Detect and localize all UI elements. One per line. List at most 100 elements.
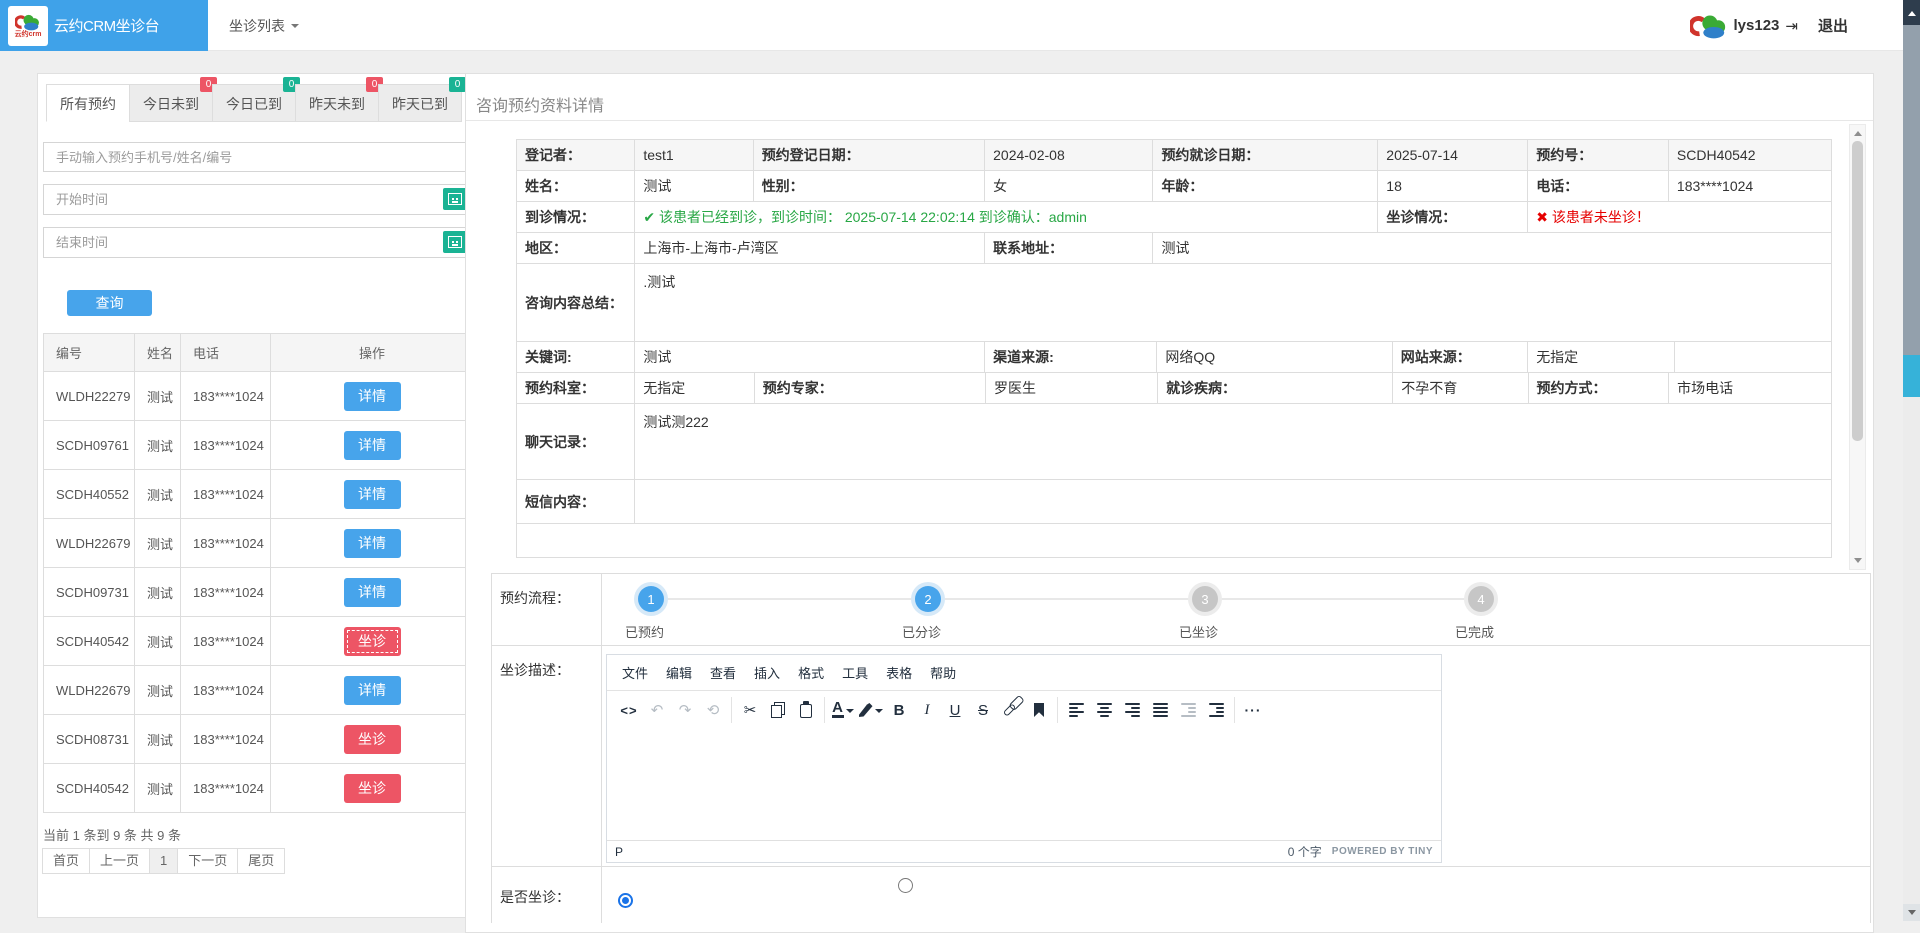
- tab-label: 今日已到: [226, 96, 282, 112]
- page-button[interactable]: 尾页: [237, 848, 285, 874]
- row-id: SCDH40542: [44, 617, 135, 666]
- scrollbar-marker: [1903, 355, 1920, 397]
- detail-label: 性别：: [754, 171, 985, 202]
- indent-icon[interactable]: [1203, 697, 1229, 723]
- paste-icon[interactable]: [793, 697, 819, 723]
- link-icon[interactable]: [998, 697, 1024, 723]
- page-button[interactable]: 首页: [42, 848, 90, 874]
- detail-scrollbar[interactable]: [1849, 124, 1866, 570]
- menu-编辑[interactable]: 编辑: [657, 658, 701, 687]
- appointment-tab-1[interactable]: 今日未到0: [129, 84, 213, 122]
- strikethrough-icon[interactable]: S: [970, 697, 996, 723]
- restore-draft-icon[interactable]: ⟲: [700, 697, 726, 723]
- align-center-icon[interactable]: [1091, 697, 1117, 723]
- column-header: 操作: [271, 334, 474, 372]
- end-time-input[interactable]: [43, 227, 474, 258]
- chevron-down-icon[interactable]: [1850, 554, 1865, 569]
- start-time-calendar-button[interactable]: [443, 188, 467, 210]
- nav-menu-consult-list[interactable]: 坐诊列表: [215, 0, 313, 51]
- align-right-icon[interactable]: [1119, 697, 1145, 723]
- outdent-icon[interactable]: [1175, 697, 1201, 723]
- search-input[interactable]: [43, 142, 474, 172]
- end-time-calendar-button[interactable]: [443, 231, 467, 253]
- appointment-tab-2[interactable]: 今日已到0: [212, 84, 296, 122]
- logout-icon[interactable]: ⇥: [1785, 17, 1798, 35]
- page-button[interactable]: 上一页: [89, 848, 150, 874]
- page-button[interactable]: 1: [149, 848, 178, 874]
- italic-icon[interactable]: I: [914, 697, 940, 723]
- detail-label: 坐诊情况：: [1378, 202, 1528, 233]
- detail-label: 预约号：: [1528, 140, 1669, 171]
- visit-radio-no[interactable]: [898, 878, 913, 893]
- row-id: SCDH09731: [44, 568, 135, 617]
- detail-button[interactable]: 详情: [344, 480, 401, 509]
- consult-button[interactable]: 坐诊: [344, 725, 401, 754]
- consult-button[interactable]: 坐诊: [344, 774, 401, 803]
- detail-value: 183****1024: [1669, 171, 1832, 202]
- query-button[interactable]: 查询: [67, 290, 152, 316]
- redo-icon[interactable]: ↷: [672, 697, 698, 723]
- undo-icon[interactable]: ↶: [644, 697, 670, 723]
- page-scrollbar[interactable]: [1903, 0, 1920, 921]
- visit-radio-yes[interactable]: [618, 893, 633, 908]
- page-button[interactable]: 下一页: [177, 848, 238, 874]
- source-code-icon[interactable]: <>: [616, 697, 642, 723]
- copy-icon[interactable]: [765, 697, 791, 723]
- chevron-up-icon[interactable]: [1850, 125, 1865, 140]
- chevron-down-icon: [291, 24, 299, 32]
- logout-button[interactable]: 退出: [1818, 15, 1848, 36]
- column-header: 姓名: [135, 334, 181, 372]
- word-count[interactable]: 0 个字: [1288, 843, 1322, 860]
- menu-插入[interactable]: 插入: [745, 658, 789, 687]
- menu-格式[interactable]: 格式: [789, 658, 833, 687]
- row-actions: 坐诊: [271, 715, 474, 764]
- detail-button[interactable]: 详情: [344, 578, 401, 607]
- consult-button[interactable]: 坐诊: [344, 627, 401, 656]
- appointment-tab-4[interactable]: 昨天已到0: [378, 84, 462, 122]
- appointment-tab-3[interactable]: 昨天未到0: [295, 84, 379, 122]
- detail-button[interactable]: 详情: [344, 676, 401, 705]
- justify-icon[interactable]: [1147, 697, 1173, 723]
- more-icon[interactable]: ···: [1240, 697, 1266, 723]
- start-time-input[interactable]: [43, 184, 474, 215]
- process-stepper: 1已预约2已分诊3已坐诊4已完成: [602, 574, 1870, 646]
- brand-logo-icon: 云约crm: [8, 6, 48, 46]
- row-phone: 183****1024: [181, 568, 271, 617]
- scrollbar-thumb[interactable]: [1903, 25, 1920, 355]
- step-label: 已分诊: [902, 622, 941, 641]
- row-phone: 183****1024: [181, 470, 271, 519]
- row-id: SCDH08731: [44, 715, 135, 764]
- editor-menubar: 文件编辑查看插入格式工具表格帮助: [607, 655, 1441, 690]
- table-body: WLDH22279测试183****1024详情SCDH09761测试183**…: [44, 372, 474, 813]
- scrollbar-thumb[interactable]: [1852, 141, 1863, 441]
- editor-content[interactable]: [607, 729, 1441, 840]
- detail-value: [635, 480, 1832, 524]
- detail-label: 联系地址：: [985, 233, 1153, 264]
- rich-text-editor: 文件编辑查看插入格式工具表格帮助 <>↶↷⟲✂ABIUS··· P 0 个字 P…: [606, 654, 1442, 863]
- bold-icon[interactable]: B: [886, 697, 912, 723]
- chevron-up-icon[interactable]: [1903, 0, 1920, 25]
- underline-icon[interactable]: U: [942, 697, 968, 723]
- powered-by-tiny: POWERED BY TINY: [1332, 846, 1433, 857]
- calendar-icon: [448, 236, 462, 248]
- detail-button[interactable]: 详情: [344, 382, 401, 411]
- bookmark-icon[interactable]: [1026, 697, 1052, 723]
- highlight-icon[interactable]: [858, 697, 884, 723]
- align-left-icon[interactable]: [1063, 697, 1089, 723]
- table-row: SCDH40542测试183****1024坐诊: [44, 764, 474, 813]
- menu-工具[interactable]: 工具: [833, 658, 877, 687]
- row-id: WLDH22679: [44, 666, 135, 715]
- menu-文件[interactable]: 文件: [613, 658, 657, 687]
- cut-icon[interactable]: ✂: [737, 697, 763, 723]
- detail-button[interactable]: 详情: [344, 431, 401, 460]
- row-name: 测试: [135, 568, 181, 617]
- menu-查看[interactable]: 查看: [701, 658, 745, 687]
- detail-value: 罗医生: [986, 373, 1158, 404]
- menu-表格[interactable]: 表格: [877, 658, 921, 687]
- text-color-icon[interactable]: A: [830, 697, 856, 723]
- chevron-down-icon[interactable]: [1903, 904, 1920, 921]
- detail-button[interactable]: 详情: [344, 529, 401, 558]
- menu-帮助[interactable]: 帮助: [921, 658, 965, 687]
- appointment-tab-0[interactable]: 所有预约: [46, 84, 130, 122]
- detail-value: 无指定: [635, 373, 755, 404]
